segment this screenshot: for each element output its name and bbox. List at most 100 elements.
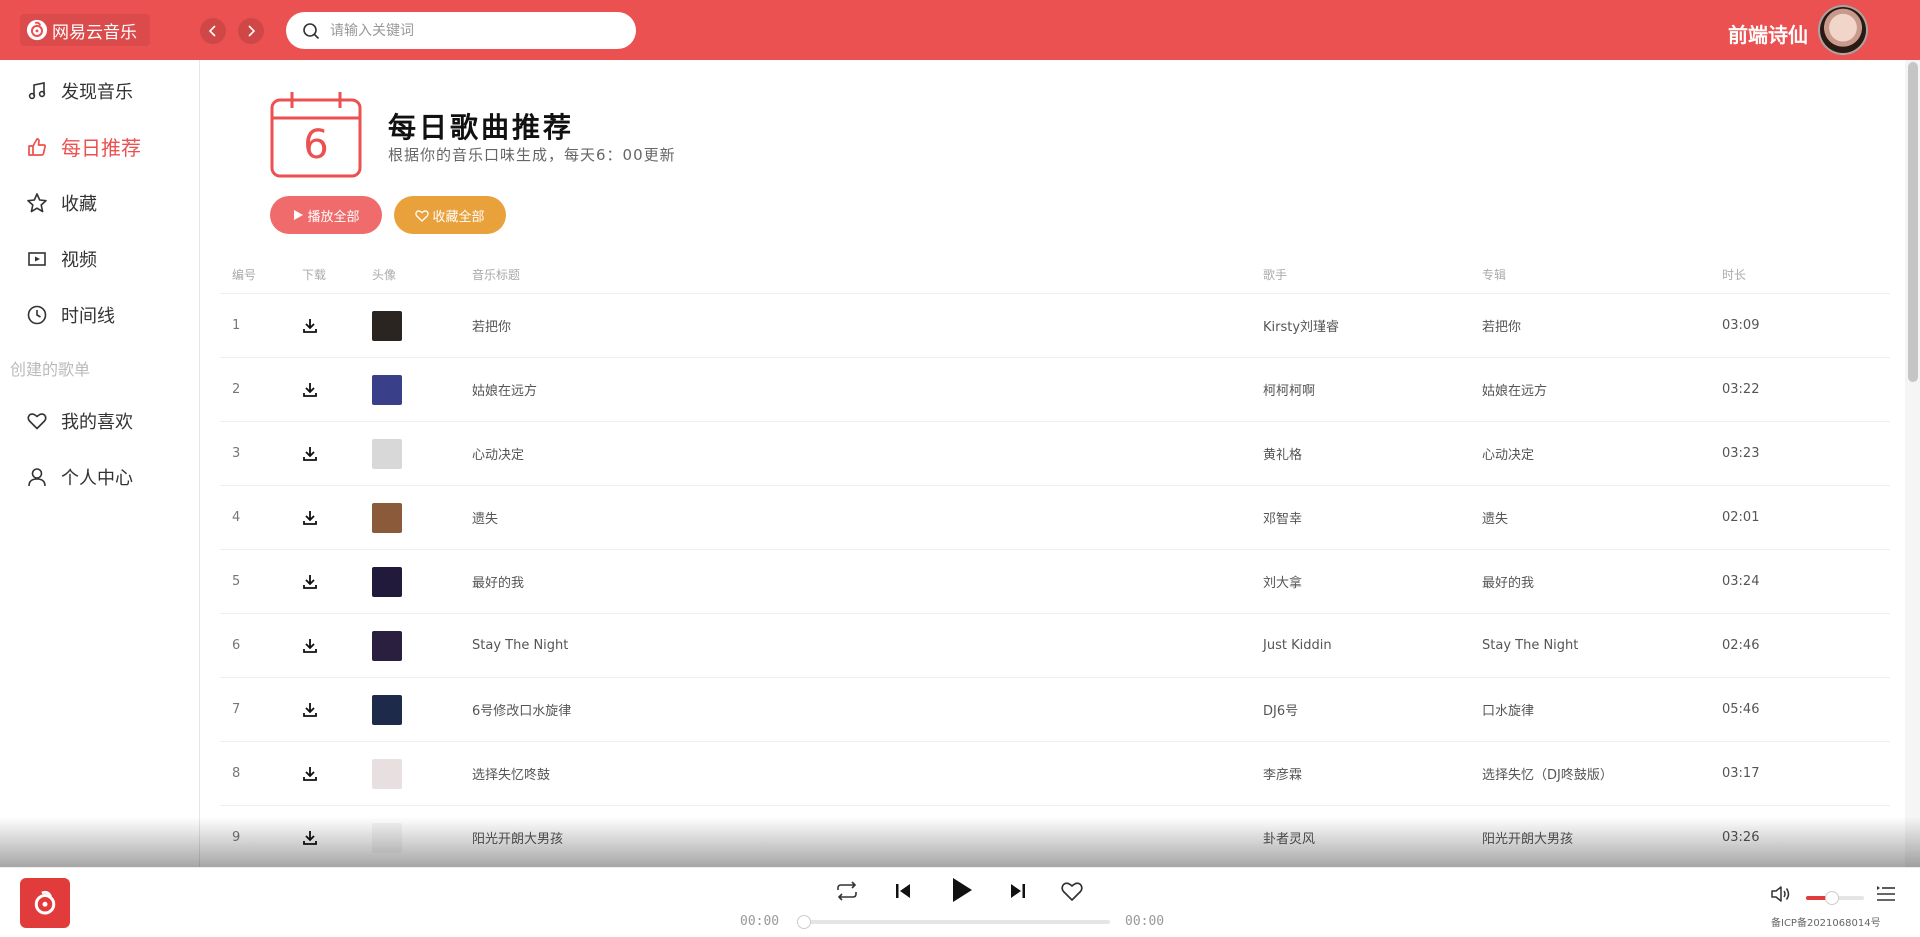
total-time: 00:00: [1125, 914, 1165, 929]
calendar-day: 6: [303, 122, 329, 168]
sidebar-item-my-likes[interactable]: 我的喜欢: [25, 408, 133, 434]
sidebar-item-timeline[interactable]: 时间线: [25, 302, 115, 328]
collect-all-button[interactable]: 收藏全部: [394, 196, 506, 234]
progress-knob[interactable]: [797, 915, 811, 929]
song-artist[interactable]: Kirsty刘瑾睿: [1263, 294, 1339, 357]
forward-button[interactable]: [238, 18, 264, 44]
download-icon: [303, 638, 317, 653]
table-row[interactable]: 3 心动决定 黄礼格 心动决定 03:23: [220, 422, 1890, 486]
skip-forward-icon: [1011, 884, 1025, 898]
download-icon: [303, 446, 317, 461]
song-title[interactable]: 若把你: [472, 294, 511, 357]
search-box[interactable]: [286, 12, 636, 49]
download-button[interactable]: [302, 358, 318, 421]
download-icon: [303, 830, 317, 845]
song-duration: 03:22: [1722, 382, 1760, 397]
table-row[interactable]: 5 最好的我 刘大拿 最好的我 03:24: [220, 550, 1890, 614]
download-button[interactable]: [302, 294, 318, 357]
table-row[interactable]: 6 Stay The Night Just Kiddin Stay The Night…: [220, 614, 1890, 678]
song-number: 9: [232, 830, 241, 845]
song-duration: 02:01: [1722, 510, 1760, 525]
table-row[interactable]: 1 若把你 Kirsty刘瑾睿 若把你 03:09: [220, 294, 1890, 358]
icp-record[interactable]: 备ICP备2021068014号: [1771, 914, 1881, 929]
download-button[interactable]: [302, 550, 318, 613]
song-album[interactable]: 遗失: [1482, 486, 1508, 549]
song-cover: [372, 742, 402, 805]
calendar-icon: 6: [270, 90, 362, 178]
song-title[interactable]: 姑娘在远方: [472, 358, 537, 421]
sidebar-item-profile[interactable]: 个人中心: [25, 464, 133, 490]
song-title[interactable]: 阳光开朗大男孩: [472, 806, 563, 867]
progress-bar[interactable]: [797, 915, 1110, 929]
volume-slider[interactable]: [1806, 891, 1864, 905]
scrollbar-thumb[interactable]: [1908, 62, 1918, 382]
table-row[interactable]: 7 6号修改口水旋律 DJ6号 口水旋律 05:46: [220, 678, 1890, 742]
brand-logo[interactable]: 网易云音乐: [20, 14, 150, 46]
song-album[interactable]: 选择失忆（DJ咚鼓版）: [1482, 742, 1613, 805]
like-button[interactable]: [1060, 880, 1084, 902]
header-album: 专辑: [1482, 268, 1507, 282]
song-album[interactable]: 心动决定: [1482, 422, 1534, 485]
song-artist[interactable]: 刘大拿: [1263, 550, 1302, 613]
previous-button[interactable]: [894, 880, 912, 902]
song-title[interactable]: Stay The Night: [472, 614, 568, 677]
netease-logo-icon: [26, 19, 48, 41]
table-row[interactable]: 2 姑娘在远方 柯柯柯啊 姑娘在远方 03:22: [220, 358, 1890, 422]
top-header: 网易云音乐 前端诗仙: [0, 0, 1920, 60]
download-button[interactable]: [302, 422, 318, 485]
playlist-button[interactable]: [1876, 884, 1896, 904]
download-button[interactable]: [302, 742, 318, 805]
user-avatar[interactable]: [1818, 5, 1868, 55]
download-button[interactable]: [302, 486, 318, 549]
search-input[interactable]: [330, 22, 610, 39]
sidebar-item-video[interactable]: 视频: [25, 246, 97, 272]
song-artist[interactable]: 柯柯柯啊: [1263, 358, 1315, 421]
play-all-button[interactable]: 播放全部: [270, 196, 382, 234]
song-artist[interactable]: 卦者灵风: [1263, 806, 1315, 867]
heart-icon: [415, 209, 430, 222]
download-button[interactable]: [302, 614, 318, 677]
song-artist[interactable]: 黄礼格: [1263, 422, 1302, 485]
song-artist[interactable]: Just Kiddin: [1263, 614, 1332, 677]
song-album[interactable]: Stay The Night: [1482, 614, 1578, 677]
song-album[interactable]: 若把你: [1482, 294, 1521, 357]
loop-button[interactable]: [834, 880, 860, 902]
song-artist[interactable]: 李彦霖: [1263, 742, 1302, 805]
volume-button[interactable]: [1770, 884, 1792, 904]
song-cover: [372, 358, 402, 421]
next-button[interactable]: [1009, 880, 1027, 902]
song-title[interactable]: 选择失忆咚鼓: [472, 742, 550, 805]
song-artist[interactable]: 邓智幸: [1263, 486, 1302, 549]
table-row[interactable]: 4 遗失 邓智幸 遗失 02:01: [220, 486, 1890, 550]
song-artist[interactable]: DJ6号: [1263, 678, 1298, 741]
table-row[interactable]: 9 阳光开朗大男孩 卦者灵风 阳光开朗大男孩 03:26: [220, 806, 1890, 867]
song-title[interactable]: 心动决定: [472, 422, 524, 485]
song-title[interactable]: 遗失: [472, 486, 498, 549]
sidebar-item-favorites[interactable]: 收藏: [25, 190, 97, 216]
song-cover: [372, 294, 402, 357]
play-button[interactable]: [950, 876, 974, 904]
song-album[interactable]: 姑娘在远方: [1482, 358, 1547, 421]
song-album[interactable]: 最好的我: [1482, 550, 1534, 613]
download-icon: [303, 382, 317, 397]
download-button[interactable]: [302, 806, 318, 867]
song-title[interactable]: 6号修改口水旋律: [472, 678, 571, 741]
song-number: 4: [232, 510, 241, 525]
song-title[interactable]: 最好的我: [472, 550, 524, 613]
player-logo[interactable]: [20, 878, 70, 928]
sidebar-item-daily[interactable]: 每日推荐: [25, 132, 141, 161]
sidebar-item-discover[interactable]: 发现音乐: [25, 78, 133, 104]
download-button[interactable]: [302, 678, 318, 741]
username[interactable]: 前端诗仙: [1728, 19, 1808, 48]
album-cover-image: [372, 566, 402, 597]
back-button[interactable]: [200, 18, 226, 44]
song-album[interactable]: 口水旋律: [1482, 678, 1534, 741]
collect-all-label: 收藏全部: [432, 208, 485, 224]
volume-knob[interactable]: [1825, 891, 1840, 905]
table-row[interactable]: 8 选择失忆咚鼓 李彦霖 选择失忆（DJ咚鼓版） 03:17: [220, 742, 1890, 806]
player-bar: 00:00 00:00 备ICP备2021068014号: [0, 867, 1920, 937]
download-icon: [303, 318, 317, 333]
repeat-icon: [837, 881, 857, 901]
header-title: 音乐标题: [472, 268, 521, 282]
song-album[interactable]: 阳光开朗大男孩: [1482, 806, 1573, 867]
